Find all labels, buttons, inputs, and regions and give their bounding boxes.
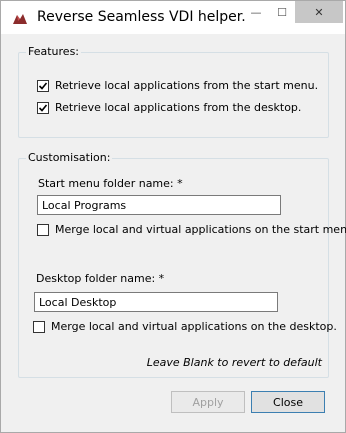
retrieve-start-menu-label: Retrieve local applications from the sta… [55, 79, 319, 92]
merge-start-menu-box[interactable] [37, 223, 49, 236]
retrieve-desktop-checkbox[interactable]: Retrieve local applications from the des… [37, 101, 301, 114]
merge-start-menu-checkbox[interactable]: Merge local and virtual applications on … [37, 223, 346, 236]
helper-window: Reverse Seamless VDI helper. — ☐ ✕ Featu… [0, 0, 346, 433]
minimize-button[interactable]: — [243, 1, 269, 23]
customisation-legend: Customisation: [26, 151, 113, 164]
features-legend: Features: [26, 45, 82, 58]
desktop-folder-label: Desktop folder name: * [36, 272, 165, 285]
start-menu-folder-input[interactable] [37, 195, 281, 215]
retrieve-start-menu-checkbox[interactable]: Retrieve local applications from the sta… [37, 79, 318, 92]
app-icon [11, 12, 29, 26]
title-bar[interactable]: Reverse Seamless VDI helper. — ☐ ✕ [1, 1, 345, 34]
features-group [18, 52, 329, 138]
close-window-button[interactable]: ✕ [295, 1, 343, 23]
blank-revert-hint: Leave Blank to revert to default [146, 356, 322, 369]
retrieve-desktop-label: Retrieve local applications from the des… [55, 101, 302, 114]
window-title: Reverse Seamless VDI helper. [37, 9, 246, 25]
desktop-folder-input[interactable] [34, 292, 278, 312]
start-menu-folder-label: Start menu folder name: * [38, 177, 183, 190]
close-button[interactable]: Close [251, 391, 325, 413]
merge-desktop-label: Merge local and virtual applications on … [51, 320, 337, 333]
apply-button[interactable]: Apply [171, 391, 245, 413]
window-content: Features: Retrieve local applications fr… [2, 34, 346, 432]
check-icon[interactable] [37, 79, 49, 92]
maximize-button[interactable]: ☐ [269, 1, 295, 23]
merge-desktop-checkbox[interactable]: Merge local and virtual applications on … [33, 320, 337, 333]
customisation-group [18, 158, 329, 378]
check-icon[interactable] [37, 101, 49, 114]
merge-desktop-box[interactable] [33, 320, 45, 333]
merge-start-menu-label: Merge local and virtual applications on … [55, 223, 346, 236]
